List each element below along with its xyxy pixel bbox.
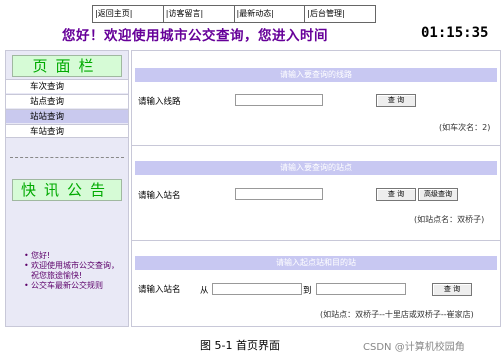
sidebar-item-station-to-station[interactable]: 站站查询 bbox=[6, 109, 128, 123]
sidebar-item-station-query[interactable]: 车站查询 bbox=[6, 124, 128, 138]
sidebar: 页面栏 车次查询 站点查询 站站查询 车站查询 快讯公告 您好! 欢迎使用城市公… bbox=[5, 50, 129, 327]
main-panel: 请输入要查询的线路 请输入线路 查 询 (如车次名：2) 请输入要查询的站点 请… bbox=[131, 50, 501, 327]
advanced-search-button[interactable]: 高级查询 bbox=[418, 188, 458, 201]
from-label: 从 bbox=[200, 286, 209, 296]
notice-title: 快讯公告 bbox=[12, 179, 122, 201]
station-section-header: 请输入起点站和目的站 bbox=[135, 256, 497, 270]
stop-hint: (如站点名：双桥子) bbox=[414, 215, 485, 224]
notice-item[interactable]: 公交车最新公交规则 bbox=[24, 281, 123, 291]
top-nav: |返回主页| |访客留言| |最新动态| |后台管理| bbox=[92, 5, 376, 23]
route-hint: (如车次名：2) bbox=[439, 123, 491, 132]
route-input[interactable] bbox=[235, 94, 323, 106]
to-station-input[interactable] bbox=[316, 283, 406, 295]
sidebar-menu-title: 页面栏 bbox=[12, 55, 122, 77]
station-search-button[interactable]: 查 询 bbox=[432, 283, 472, 296]
stop-search-button[interactable]: 查 询 bbox=[376, 188, 416, 201]
section-divider bbox=[132, 145, 500, 146]
figure-caption: 图 5-1 首页界面 bbox=[200, 339, 280, 352]
sidebar-item-bus-query[interactable]: 车次查询 bbox=[6, 79, 128, 93]
welcome-banner: 您好！欢迎使用城市公交查询，您进入时间 bbox=[62, 28, 328, 44]
watermark: CSDN @计算机校园角 bbox=[363, 342, 465, 353]
notice-item[interactable]: 您好! bbox=[24, 251, 123, 261]
route-section-header: 请输入要查询的线路 bbox=[135, 68, 497, 82]
sidebar-item-stop-query[interactable]: 站点查询 bbox=[6, 94, 128, 108]
route-label: 请输入线路 bbox=[138, 97, 181, 107]
stop-section-header: 请输入要查询的站点 bbox=[135, 161, 497, 175]
nav-guestbook-link[interactable]: |访客留言| bbox=[164, 6, 235, 22]
section-divider bbox=[132, 240, 500, 241]
station-label: 请输入站名 bbox=[138, 285, 181, 295]
to-label: 到 bbox=[303, 286, 312, 296]
notice-item[interactable]: 欢迎使用城市公交查询，祝您旅途愉快! bbox=[24, 261, 123, 281]
stop-label: 请输入站名 bbox=[138, 191, 181, 201]
nav-admin-link[interactable]: |后台管理| bbox=[305, 6, 375, 22]
stop-input[interactable] bbox=[235, 188, 323, 200]
sidebar-divider bbox=[10, 157, 124, 158]
nav-news-link[interactable]: |最新动态| bbox=[235, 6, 306, 22]
nav-home-link[interactable]: |返回主页| bbox=[93, 6, 164, 22]
clock: 01:15:35 bbox=[421, 25, 489, 41]
route-search-button[interactable]: 查 询 bbox=[376, 94, 416, 107]
station-hint: (如站点：双桥子--十里店或双桥子--崔家店) bbox=[320, 310, 474, 319]
notice-list: 您好! 欢迎使用城市公交查询，祝您旅途愉快! 公交车最新公交规则 bbox=[24, 251, 123, 291]
from-station-input[interactable] bbox=[212, 283, 302, 295]
